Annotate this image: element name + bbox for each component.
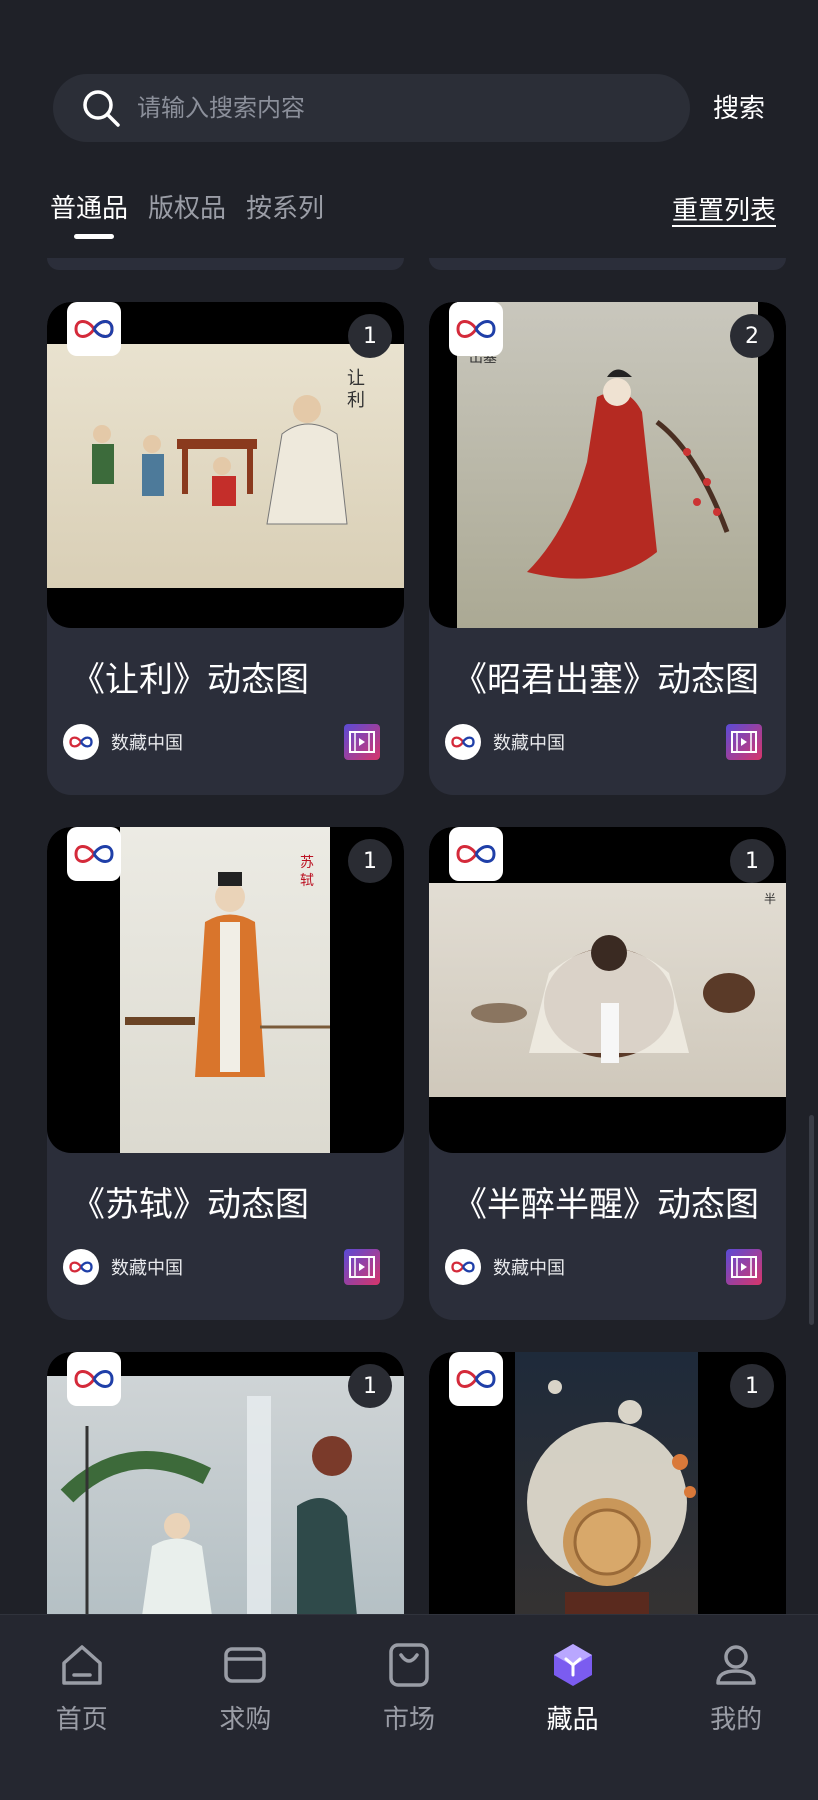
creator-avatar [63, 724, 99, 760]
nav-market[interactable]: 市场 [327, 1615, 491, 1800]
svg-text:半: 半 [764, 892, 776, 906]
creator-info: 数藏中国 [445, 724, 565, 760]
artwork-image: 出塞 [457, 302, 758, 628]
creator-info: 数藏中国 [63, 724, 183, 760]
nav-buy-request[interactable]: 求购 [164, 1615, 328, 1800]
count-badge: 1 [730, 839, 774, 883]
creator-name: 数藏中国 [111, 1258, 183, 1279]
search-row: 搜索 [53, 74, 765, 142]
creator-info: 数藏中国 [63, 1249, 183, 1285]
wallet-icon [219, 1639, 271, 1691]
creator-info: 数藏中国 [445, 1249, 565, 1285]
nav-label: 首页 [55, 1705, 108, 1735]
artwork-image: 半 [429, 883, 786, 1097]
card-title: 《昭君出塞》动态图 [453, 660, 759, 700]
count-badge: 1 [348, 839, 392, 883]
search-box[interactable] [53, 74, 690, 142]
home-icon [56, 1639, 108, 1691]
creator-avatar [445, 1249, 481, 1285]
profile-icon [710, 1639, 762, 1691]
count-badge: 1 [348, 314, 392, 358]
card-title: 《半醉半醒》动态图 [453, 1185, 759, 1225]
collection-card[interactable]: 出塞 2 《昭君出塞》动态图 数藏中国 [429, 302, 786, 795]
svg-text:利: 利 [347, 390, 365, 411]
nav-label: 市场 [382, 1705, 435, 1735]
card-peek-right [429, 258, 786, 270]
count-badge: 1 [348, 1364, 392, 1408]
brand-logo-badge [449, 1352, 503, 1406]
nav-home[interactable]: 首页 [0, 1615, 164, 1800]
creator-avatar [63, 1249, 99, 1285]
nav-label: 求购 [219, 1705, 272, 1735]
card-peek-left [47, 258, 404, 270]
card-title: 《让利》动态图 [71, 660, 309, 700]
brand-logo-badge [449, 827, 503, 881]
card-title: 《苏轼》动态图 [71, 1185, 309, 1225]
tab-regular[interactable]: 普通品 [50, 188, 128, 239]
nav-collection[interactable]: 藏品 [491, 1615, 655, 1800]
card-thumbnail: 让 利 1 [47, 302, 404, 628]
video-icon [726, 724, 762, 760]
collection-card[interactable]: 苏 轼 1 《苏轼》动态图 数藏中国 [47, 827, 404, 1320]
brand-logo-badge [67, 1352, 121, 1406]
artwork-image: 让 利 [47, 344, 404, 588]
collection-card[interactable]: 半 1 《半醉半醒》动态图 数藏中国 [429, 827, 786, 1320]
tab-copyright[interactable]: 版权品 [148, 188, 226, 239]
video-icon [344, 1249, 380, 1285]
search-button[interactable]: 搜索 [713, 88, 765, 125]
search-icon [81, 88, 121, 128]
brand-logo-badge [449, 302, 503, 356]
creator-name: 数藏中国 [493, 733, 565, 754]
creator-name: 数藏中国 [493, 1258, 565, 1279]
nav-label: 我的 [710, 1705, 763, 1735]
scrollbar[interactable] [809, 1115, 814, 1325]
reset-list-link[interactable]: 重置列表 [672, 190, 776, 227]
svg-text:轼: 轼 [300, 872, 314, 889]
nav-profile[interactable]: 我的 [654, 1615, 818, 1800]
svg-text:让: 让 [347, 368, 365, 389]
nav-label: 藏品 [546, 1705, 599, 1735]
card-thumbnail: 苏 轼 1 [47, 827, 404, 1153]
category-tabs: 普通品 版权品 按系列 [50, 188, 324, 239]
svg-text:苏: 苏 [300, 855, 314, 871]
count-badge: 1 [730, 1364, 774, 1408]
card-thumbnail: 出塞 2 [429, 302, 786, 628]
collection-box-icon [547, 1639, 599, 1691]
brand-logo-badge [67, 827, 121, 881]
bottom-nav: 首页 求购 市场 藏品 我的 [0, 1614, 818, 1800]
shopping-bag-icon [383, 1639, 435, 1691]
search-input[interactable] [137, 94, 657, 122]
artwork-image: 苏 轼 [120, 827, 330, 1153]
count-badge: 2 [730, 314, 774, 358]
video-icon [344, 724, 380, 760]
video-icon [726, 1249, 762, 1285]
collection-card[interactable]: 让 利 1 《让利》动态图 数藏中国 [47, 302, 404, 795]
card-thumbnail: 半 1 [429, 827, 786, 1153]
tab-by-series[interactable]: 按系列 [246, 188, 324, 239]
creator-name: 数藏中国 [111, 733, 183, 754]
brand-logo-badge [67, 302, 121, 356]
creator-avatar [445, 724, 481, 760]
